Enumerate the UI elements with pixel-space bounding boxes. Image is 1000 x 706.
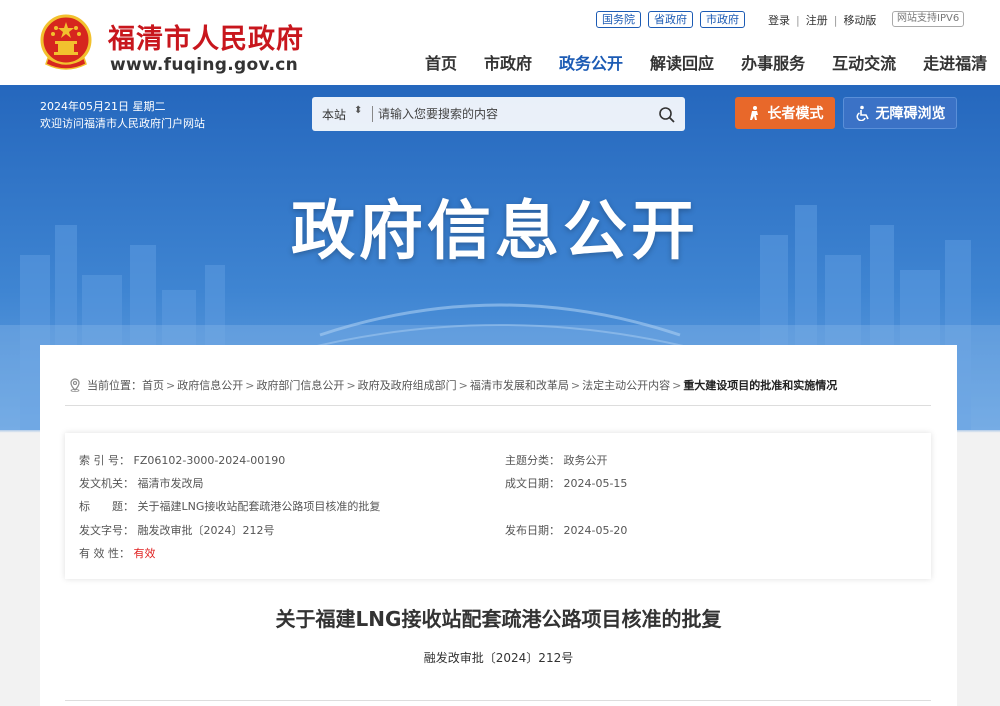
validity-value: 有效 — [133, 547, 156, 560]
national-emblem-logo[interactable] — [40, 14, 92, 72]
doc-number-row: 发文字号： 融发改审批〔2024〕212号 — [79, 522, 275, 538]
site-domain: www.fuqing.gov.cn — [110, 55, 298, 75]
nav-home[interactable]: 首页 — [425, 50, 457, 74]
ipv6-badge: 网站支持IPV6 — [892, 11, 965, 27]
validity-row: 有 效 性： 有效 — [79, 545, 156, 561]
created-date-value: 2024-05-15 — [563, 477, 628, 490]
breadcrumb-gov-depts[interactable]: 政府及政府组成部门 — [358, 377, 457, 393]
breadcrumb-home[interactable]: 首页 — [142, 377, 164, 393]
login-link[interactable]: 登录 — [768, 12, 790, 28]
gov-link-state-council[interactable]: 国务院 — [596, 11, 641, 28]
breadcrumb: 当前位置： 首页 > 政府信息公开 > 政府部门信息公开 > 政府及政府组成部门… — [68, 377, 837, 393]
breadcrumb-separator: > — [166, 378, 176, 392]
published-date-value: 2024-05-20 — [563, 524, 628, 537]
index-label: 索 引 号： — [79, 454, 130, 467]
index-row: 索 引 号： FZ06102-3000-2024-00190 — [79, 452, 285, 468]
current-date: 2024年05月21日 星期二 — [40, 100, 166, 113]
breadcrumb-separator: > — [570, 378, 581, 392]
doc-number-value: 融发改审批〔2024〕212号 — [137, 524, 275, 537]
breadcrumb-dept-info[interactable]: 政府部门信息公开 — [256, 377, 344, 393]
validity-label: 有 效 性： — [79, 547, 130, 560]
search-box: 本站 ⬍ — [312, 97, 685, 131]
published-date-label: 发布日期： — [505, 524, 560, 537]
issuer-label: 发文机关： — [79, 477, 134, 490]
divider: | — [833, 13, 838, 27]
issuer-row: 发文机关： 福清市发改局 — [79, 475, 204, 491]
search-scope-select[interactable]: 本站 — [322, 106, 346, 123]
accessibility-button[interactable]: 无障碍浏览 — [843, 97, 957, 129]
document-metadata: 索 引 号： FZ06102-3000-2024-00190 主题分类： 政务公… — [65, 433, 931, 579]
divider — [372, 106, 373, 122]
created-date-label: 成文日期： — [505, 477, 560, 490]
nav-about-fuqing[interactable]: 走进福清 — [923, 50, 987, 74]
nav-interaction[interactable]: 互动交流 — [832, 50, 896, 74]
content-card: 当前位置： 首页 > 政府信息公开 > 政府部门信息公开 > 政府及政府组成部门… — [40, 345, 957, 706]
divider: | — [796, 13, 800, 27]
gov-link-city[interactable]: 市政府 — [700, 11, 745, 28]
title-value: 关于福建LNG接收站配套疏港公路项目核准的批复 — [137, 500, 381, 513]
breadcrumb-gov-info[interactable]: 政府信息公开 — [177, 377, 243, 393]
elder-mode-label: 长者模式 — [767, 106, 824, 122]
document-title: 关于福建LNG接收站配套疏港公路项目核准的批复 — [275, 607, 722, 631]
register-link[interactable]: 注册 — [806, 12, 828, 28]
welcome-text: 欢迎访问福清市人民政府门户网站 — [40, 117, 205, 130]
gov-link-province[interactable]: 省政府 — [648, 11, 693, 28]
wheelchair-icon — [856, 105, 869, 121]
title-label: 标 题： — [79, 500, 134, 513]
published-date-row: 发布日期： 2024-05-20 — [505, 522, 627, 538]
divider — [65, 405, 931, 406]
site-header: 福清市人民政府 www.fuqing.gov.cn 国务院 省政府 市政府 登录… — [0, 0, 1000, 85]
updown-arrow-icon[interactable]: ⬍ — [354, 105, 362, 116]
banner-title: 政府信息公开 — [291, 195, 699, 269]
gov-links: 国务院 省政府 市政府 — [596, 11, 745, 28]
nav-city-gov[interactable]: 市政府 — [484, 50, 532, 74]
nav-services[interactable]: 办事服务 — [741, 50, 805, 74]
doc-number-label: 发文字号： — [79, 524, 134, 537]
title-row: 标 题： 关于福建LNG接收站配套疏港公路项目核准的批复 — [79, 498, 380, 514]
accessibility-label: 无障碍浏览 — [875, 106, 946, 122]
topic-value: 政务公开 — [563, 454, 608, 467]
elder-icon — [749, 106, 758, 120]
site-name[interactable]: 福清市人民政府 — [108, 17, 304, 56]
location-pin-icon — [70, 378, 80, 392]
topic-label: 主题分类： — [505, 454, 560, 467]
breadcrumb-current: 重大建设项目的批准和实施情况 — [683, 379, 838, 392]
created-date-row: 成文日期： 2024-05-15 — [505, 475, 627, 491]
breadcrumb-drc[interactable]: 福清市发展和改革局 — [470, 377, 569, 393]
document-number: 融发改审批〔2024〕212号 — [423, 651, 574, 665]
breadcrumb-separator: > — [458, 378, 468, 392]
topic-row: 主题分类： 政务公开 — [505, 452, 608, 468]
breadcrumb-prefix: 当前位置： — [87, 379, 142, 392]
issuer-value: 福清市发改局 — [137, 477, 204, 490]
nav-interpretation[interactable]: 解读回应 — [650, 50, 714, 74]
search-icon[interactable] — [658, 106, 676, 124]
utility-links: 登录 | 注册 | 移动版 — [768, 12, 876, 28]
divider — [65, 700, 931, 701]
elder-mode-button[interactable]: 长者模式 — [735, 97, 835, 129]
breadcrumb-separator: > — [245, 378, 255, 392]
search-input[interactable] — [378, 103, 638, 125]
index-value: FZ06102-3000-2024-00190 — [133, 454, 286, 467]
breadcrumb-mandatory[interactable]: 法定主动公开内容 — [582, 377, 670, 393]
mobile-link[interactable]: 移动版 — [843, 12, 876, 28]
nav-gov-affairs[interactable]: 政务公开 — [559, 50, 623, 74]
breadcrumb-separator: > — [346, 378, 356, 392]
main-nav: 首页 市政府 政务公开 解读回应 办事服务 互动交流 走进福清 — [425, 50, 987, 74]
breadcrumb-separator: > — [672, 378, 682, 392]
